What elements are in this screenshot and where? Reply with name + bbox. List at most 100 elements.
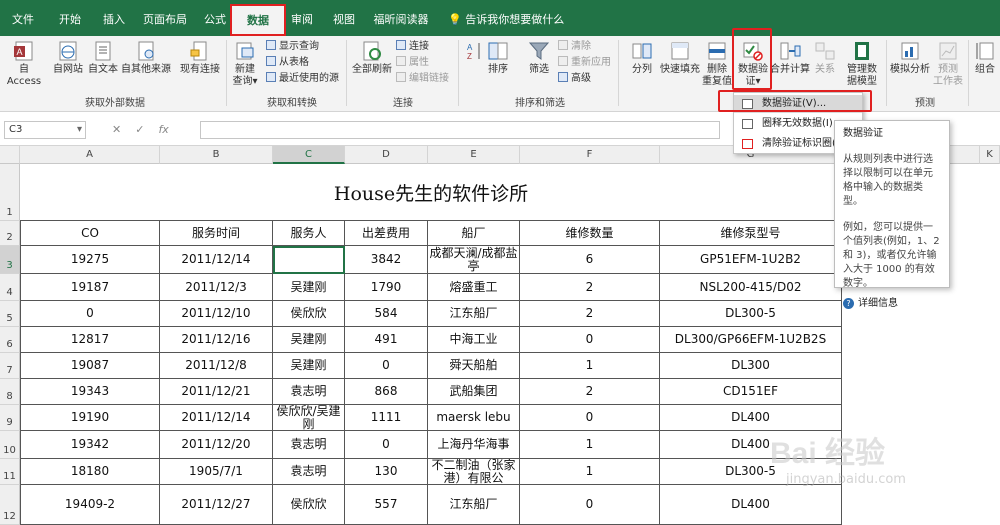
manage-data-model-button[interactable]: 管理数 据模型 [842,40,882,88]
column-header-C[interactable]: C [273,146,345,164]
edit-links-button[interactable]: 编辑链接 [396,72,449,86]
table-cell[interactable]: CD151EF [660,379,842,405]
table-cell[interactable]: 熔盛重工 [428,274,520,301]
table-cell[interactable]: 1905/7/1 [160,459,273,485]
table-cell[interactable]: 12817 [20,327,160,353]
table-cell[interactable]: 1 [520,353,660,379]
table-cell[interactable]: 584 [345,301,428,327]
table-cell[interactable]: 吴建刚 [273,353,345,379]
select-all-corner[interactable] [0,146,20,164]
properties-button[interactable]: 属性 [396,56,429,70]
table-cell[interactable]: 成都天澜/成都盐亭 [428,246,520,274]
table-cell[interactable]: 19343 [20,379,160,405]
table-cell[interactable]: 袁志明 [273,431,345,459]
table-cell[interactable]: 江东船厂 [428,485,520,525]
sheet-title[interactable]: House先生的软件诊所 [20,164,842,221]
filter-button[interactable]: 筛选 [524,40,554,76]
enter-icon[interactable]: ✓ [135,123,144,136]
text-to-columns-button[interactable]: 分列 [626,40,658,76]
tab-1[interactable]: 开始 [56,6,84,34]
from-web-button[interactable]: 自网站 [50,40,86,76]
column-header-A[interactable]: A [20,146,160,164]
row-header-2[interactable]: 2 [0,221,20,246]
row-header-8[interactable]: 8 [0,379,20,405]
table-cell[interactable]: 3842 [345,246,428,274]
table-cell[interactable]: 0 [520,405,660,431]
table-cell[interactable]: GP51EFM-1U2B2 [660,246,842,274]
table-cell[interactable]: 舜天船舶 [428,353,520,379]
column-header-B[interactable]: B [160,146,273,164]
column-header-F[interactable]: F [520,146,660,164]
table-cell[interactable]: NSL200-415/D02 [660,274,842,301]
advanced-filter-button[interactable]: 高级 [558,72,591,86]
table-cell[interactable]: 19409-2 [20,485,160,525]
table-cell[interactable]: 侯欣欣 [273,485,345,525]
cancel-icon[interactable]: ✕ [112,123,121,136]
table-cell[interactable]: 1111 [345,405,428,431]
from-table-button[interactable]: 从表格 [266,56,309,70]
table-cell[interactable]: 2011/12/3 [160,274,273,301]
flash-fill-button[interactable]: 快速填充 [658,40,702,76]
table-cell[interactable]: 18180 [20,459,160,485]
table-cell[interactable]: 2 [520,274,660,301]
table-cell[interactable]: 侯欣欣 [273,301,345,327]
tab-0[interactable]: 文件 [8,6,38,34]
row-header-12[interactable]: 12 [0,485,20,525]
table-cell[interactable]: 吴建刚 [273,327,345,353]
table-cell[interactable]: 2011/12/10 [160,301,273,327]
remove-duplicates-button[interactable]: 删除 重复值 [702,40,732,88]
column-header-K[interactable]: K [980,146,1000,164]
table-cell[interactable]: 130 [345,459,428,485]
table-cell[interactable]: 868 [345,379,428,405]
table-cell[interactable]: 1790 [345,274,428,301]
tab-7[interactable]: 视图 [331,6,357,34]
table-cell[interactable]: 2 [520,379,660,405]
from-other-sources-button[interactable]: 自其他来源 [120,40,172,76]
table-cell[interactable]: DL300 [660,353,842,379]
row-header-5[interactable]: 5 [0,301,20,327]
formula-input[interactable] [200,121,720,139]
existing-connections-button[interactable]: 现有连接 [178,40,222,76]
table-cell[interactable]: 吴建刚 [273,274,345,301]
recent-sources-button[interactable]: 最近使用的源 [266,72,339,86]
row-header-3[interactable]: 3 [0,246,20,274]
table-cell[interactable]: 2011/12/8 [160,353,273,379]
table-cell[interactable]: 不二制油（张家港）有限公 [428,459,520,485]
row-header-11[interactable]: 11 [0,459,20,485]
tab-8[interactable]: 福昕阅读器 [373,6,429,34]
header-cell[interactable]: 维修泵型号 [660,221,842,246]
table-cell[interactable] [273,246,345,274]
tab-3[interactable]: 页面布局 [140,6,190,34]
row-header-7[interactable]: 7 [0,353,20,379]
table-cell[interactable]: 1 [520,459,660,485]
row-header-9[interactable]: 9 [0,405,20,431]
table-cell[interactable]: 中海工业 [428,327,520,353]
table-cell[interactable]: 19342 [20,431,160,459]
header-cell[interactable]: CO [20,221,160,246]
table-cell[interactable]: maersk lebu [428,405,520,431]
row-header-10[interactable]: 10 [0,431,20,459]
table-cell[interactable]: DL300/GP66EFM-1U2B2S [660,327,842,353]
tab-6[interactable]: 审阅 [289,6,315,34]
table-cell[interactable]: 0 [520,485,660,525]
table-cell[interactable]: 19087 [20,353,160,379]
table-cell[interactable]: 袁志明 [273,379,345,405]
table-cell[interactable]: 2011/12/21 [160,379,273,405]
column-header-D[interactable]: D [345,146,428,164]
table-cell[interactable]: 19275 [20,246,160,274]
table-cell[interactable]: 1 [520,431,660,459]
tab-5[interactable]: 数据 [230,4,286,36]
consolidate-button[interactable]: 合并计算 [770,40,810,76]
column-header-E[interactable]: E [428,146,520,164]
group-outline-button[interactable]: 组合 [970,40,1000,76]
header-cell[interactable]: 服务时间 [160,221,273,246]
what-if-analysis-button[interactable]: 模拟分析 [888,40,932,76]
table-cell[interactable]: 0 [520,327,660,353]
table-cell[interactable]: 2011/12/14 [160,246,273,274]
table-cell[interactable]: 0 [345,431,428,459]
sort-button[interactable]: 排序 [482,40,514,76]
table-cell[interactable]: 2011/12/20 [160,431,273,459]
table-cell[interactable]: 19187 [20,274,160,301]
table-cell[interactable]: 上海丹华海事 [428,431,520,459]
new-query-button[interactable]: 新建 查询▾ [228,40,262,88]
